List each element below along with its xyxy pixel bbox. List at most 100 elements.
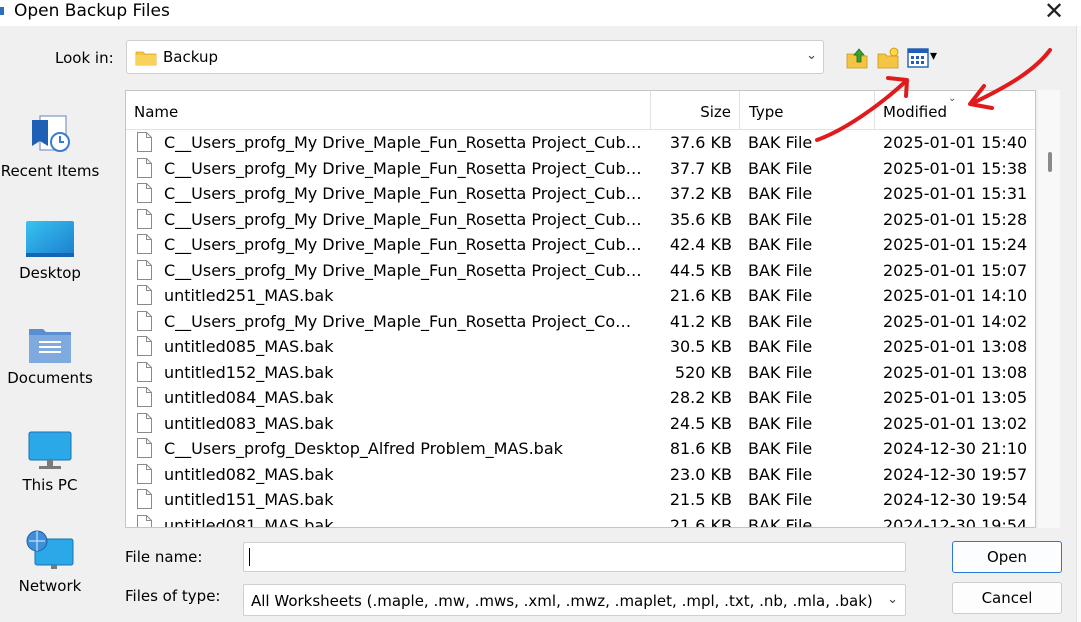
file-size: 42.4 KB (669, 235, 732, 254)
file-name: untitled081_MAS.bak (164, 515, 334, 528)
file-type: BAK File (748, 286, 813, 305)
table-row[interactable]: C__Users_profg_My Drive_Maple_Fun_Rosett… (126, 156, 1035, 182)
file-size: 28.2 KB (669, 388, 732, 407)
documents-icon (29, 329, 71, 363)
close-icon[interactable]: ✕ (1040, 0, 1068, 24)
place-documents[interactable]: Documents (0, 325, 100, 387)
table-row[interactable]: untitled081_MAS.bak 21.6 KB BAK File 2024-1… (126, 513, 1035, 528)
file-type: BAK File (748, 133, 813, 152)
table-row[interactable]: C__Users_profg_Desktop_Alfred Problem_MA… (126, 436, 1035, 462)
file-name-input[interactable] (243, 542, 906, 572)
look-in-dropdown[interactable]: Backup ⌄ (126, 40, 824, 74)
open-button[interactable]: Open (952, 541, 1062, 573)
file-modified: 2024-12-30 21:10 (883, 439, 1028, 458)
file-type-label: Files of type: (125, 587, 221, 605)
place-recent-items[interactable]: Recent Items (0, 110, 100, 180)
table-row[interactable]: untitled152_MAS.bak 520 KB BAK File 2025-01… (126, 360, 1035, 386)
file-icon (137, 514, 152, 527)
column-header-size[interactable]: Size (651, 91, 740, 129)
app-icon (0, 7, 4, 15)
cancel-button[interactable]: Cancel (952, 582, 1062, 614)
up-folder-icon[interactable] (845, 46, 869, 70)
table-row[interactable]: C__Users_profg_My Drive_Maple_Fun_Rosett… (126, 309, 1035, 335)
table-row[interactable]: untitled251_MAS.bak 21.6 KB BAK File 2025-0… (126, 283, 1035, 309)
file-name: C__Users_profg_My Drive_Maple_Fun_Rosett… (164, 158, 644, 178)
file-modified: 2025-01-01 13:05 (883, 388, 1028, 407)
file-size: 44.5 KB (669, 260, 732, 280)
table-row[interactable]: untitled082_MAS.bak 23.0 KB BAK File 2024-1… (126, 462, 1035, 488)
file-name: C__Users_profg_My Drive_Maple_Fun_Rosett… (164, 311, 644, 331)
file-icon (137, 259, 152, 280)
file-type: BAK File (748, 184, 813, 203)
place-desktop[interactable]: Desktop (0, 220, 100, 282)
vertical-scrollbar[interactable] (1038, 90, 1060, 528)
file-icon (137, 183, 152, 203)
file-name: untitled152_MAS.bak (164, 362, 334, 382)
this-pc-icon (28, 431, 72, 469)
column-header-name[interactable]: Name (126, 91, 651, 129)
table-row[interactable]: C__Users_profg_My Drive_Maple_Fun_Rosett… (126, 258, 1035, 284)
table-row[interactable]: C__Users_profg_My Drive_Maple_Fun_Rosett… (126, 130, 1035, 156)
table-row[interactable]: untitled084_MAS.bak 28.2 KB BAK File 2025-0… (126, 385, 1035, 411)
file-type: BAK File (748, 439, 813, 458)
column-header-row: Name Size Type Modified ⌄ (126, 91, 1035, 130)
file-size: 520 KB (674, 362, 732, 382)
file-type: BAK File (748, 311, 813, 331)
file-type: BAK File (748, 490, 813, 509)
file-modified: 2025-01-01 15:38 (883, 158, 1028, 178)
file-type-dropdown[interactable]: All Worksheets (.maple, .mw, .mws, .xml,… (243, 584, 906, 616)
chevron-down-icon[interactable]: ⌄ (887, 592, 898, 607)
network-icon (26, 530, 74, 569)
file-icon (137, 285, 152, 305)
file-name: untitled084_MAS.bak (164, 388, 334, 407)
window-title: Open Backup Files (14, 1, 170, 21)
file-list[interactable]: Name Size Type Modified ⌄ C__Users_profg… (125, 90, 1036, 528)
file-size: 21.6 KB (669, 286, 732, 305)
file-modified: 2025-01-01 15:07 (883, 260, 1028, 280)
file-icon (137, 387, 152, 407)
file-name: untitled151_MAS.bak (164, 490, 334, 509)
place-this-pc[interactable]: This PC (0, 430, 100, 494)
column-header-type[interactable]: Type (740, 91, 875, 129)
file-icon (137, 489, 152, 509)
table-row[interactable]: untitled085_MAS.bak 30.5 KB BAK File 2025-0… (126, 334, 1035, 360)
file-modified: 2025-01-01 15:31 (883, 184, 1028, 203)
file-icon (137, 438, 152, 458)
chevron-down-icon[interactable]: ⌄ (806, 48, 817, 63)
scrollbar-thumb[interactable] (1048, 152, 1052, 172)
look-in-label: Look in: (55, 49, 114, 67)
view-menu-button[interactable]: ▾ (907, 48, 943, 70)
file-type: BAK File (748, 388, 813, 407)
file-modified: 2025-01-01 15:24 (883, 235, 1028, 254)
file-size: 41.2 KB (669, 311, 732, 331)
table-row[interactable]: C__Users_profg_My Drive_Maple_Fun_Rosett… (126, 207, 1035, 233)
file-icon (137, 157, 152, 178)
look-in-value: Backup (163, 48, 218, 66)
new-folder-icon[interactable] (876, 46, 900, 70)
table-row[interactable]: C__Users_profg_My Drive_Maple_Fun_Rosett… (126, 181, 1035, 207)
file-type: BAK File (748, 464, 813, 484)
table-row[interactable]: untitled151_MAS.bak 21.5 KB BAK File 2024-1… (126, 487, 1035, 513)
file-rows: C__Users_profg_My Drive_Maple_Fun_Rosett… (126, 130, 1035, 528)
table-row[interactable]: C__Users_profg_My Drive_Maple_Fun_Rosett… (126, 232, 1035, 258)
file-icon (137, 336, 152, 356)
file-name: C__Users_profg_My Drive_Maple_Fun_Rosett… (164, 260, 644, 280)
place-network[interactable]: Network (0, 529, 100, 595)
folder-icon (135, 51, 157, 66)
file-type: BAK File (748, 235, 813, 254)
file-modified: 2024-12-30 19:54 (883, 490, 1028, 509)
file-modified: 2025-01-01 15:40 (883, 133, 1028, 152)
file-size: 37.6 KB (669, 133, 732, 152)
file-size: 21.6 KB (669, 515, 732, 528)
file-size: 21.5 KB (669, 490, 732, 509)
file-icon (137, 132, 152, 152)
file-size: 37.7 KB (669, 158, 732, 178)
file-icon (137, 361, 152, 382)
file-name: C__Users_profg_My Drive_Maple_Fun_Rosett… (164, 209, 644, 229)
file-name: untitled082_MAS.bak (164, 464, 334, 484)
file-type: BAK File (748, 515, 813, 528)
table-row[interactable]: untitled083_MAS.bak 24.5 KB BAK File 2025-0… (126, 411, 1035, 437)
file-icon (137, 310, 152, 331)
file-type: BAK File (748, 158, 813, 178)
file-modified: 2025-01-01 13:08 (883, 337, 1028, 356)
